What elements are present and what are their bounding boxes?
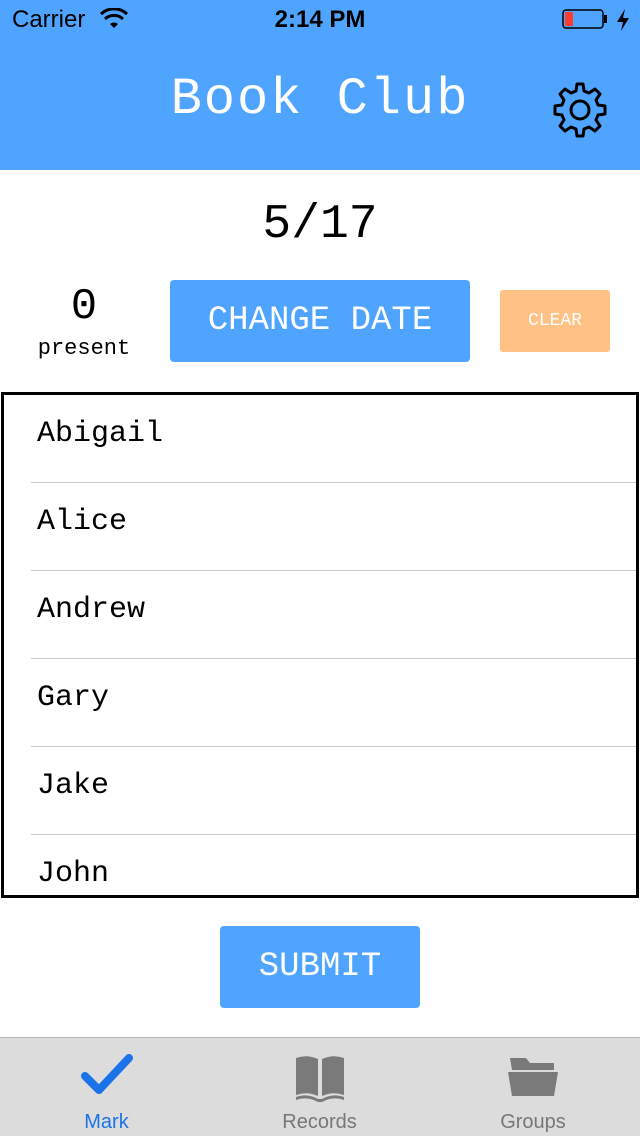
charging-bolt-icon <box>617 9 629 31</box>
member-name: John <box>37 857 110 891</box>
tab-bar: Mark Records Groups <box>0 1037 640 1136</box>
list-item[interactable]: Abigail <box>4 395 636 483</box>
tab-records[interactable]: Records <box>213 1038 426 1137</box>
member-name: Abigail <box>37 417 164 451</box>
list-item[interactable]: John <box>4 835 636 895</box>
tab-groups[interactable]: Groups <box>426 1038 640 1137</box>
clear-button[interactable]: CLEAR <box>500 290 610 352</box>
tab-label: Groups <box>500 1111 566 1133</box>
page-title: Book Club <box>170 70 470 129</box>
member-list[interactable]: Abigail Alice Andrew Gary Jake John <box>1 392 639 898</box>
folder-icon <box>508 1058 558 1096</box>
change-date-button[interactable]: CHANGE DATE <box>170 280 470 362</box>
list-item[interactable]: Andrew <box>4 571 636 659</box>
gear-icon[interactable] <box>550 80 610 140</box>
tab-label: Records <box>282 1111 357 1133</box>
nav-bar: Book Club <box>0 40 640 170</box>
list-item[interactable]: Jake <box>4 747 636 835</box>
member-name: Andrew <box>37 593 146 627</box>
tab-label: Mark <box>84 1111 129 1133</box>
tab-mark[interactable]: Mark <box>0 1038 213 1137</box>
checkmark-icon <box>80 1054 133 1094</box>
status-bar: Carrier 2:14 PM <box>0 0 640 40</box>
list-item[interactable]: Alice <box>4 483 636 571</box>
submit-button[interactable]: SUBMIT <box>220 926 420 1008</box>
member-name: Gary <box>37 681 110 715</box>
present-label: present <box>37 336 131 361</box>
member-name: Alice <box>37 505 128 539</box>
member-name: Jake <box>37 769 110 803</box>
book-icon <box>295 1056 344 1102</box>
present-count: 0 <box>70 282 98 332</box>
status-time: 2:14 PM <box>274 6 366 33</box>
session-date: 5/17 <box>262 198 378 252</box>
list-item[interactable]: Gary <box>4 659 636 747</box>
battery-icon <box>562 9 607 29</box>
